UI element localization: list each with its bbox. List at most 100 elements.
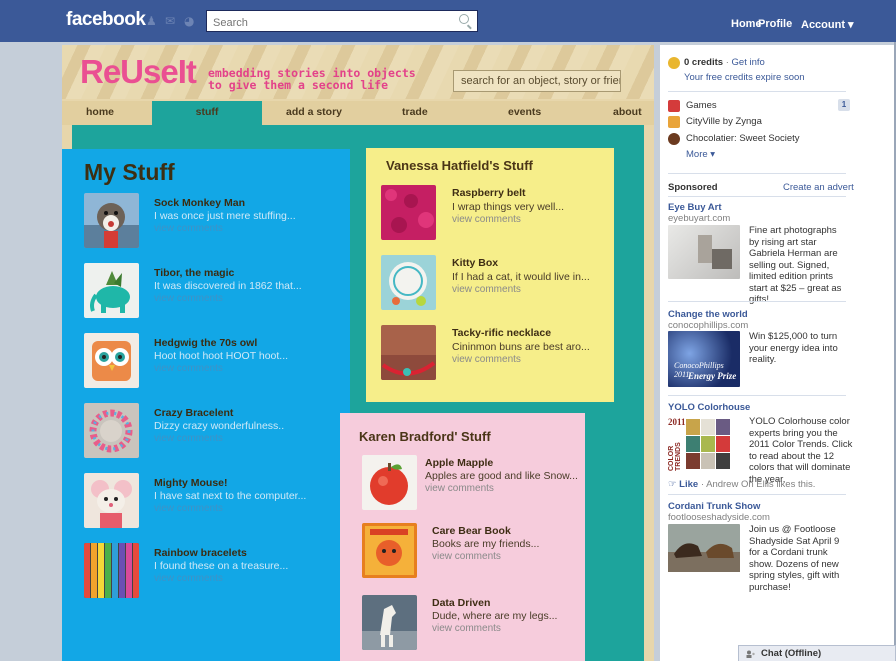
ad-title[interactable]: Change the world <box>668 309 748 320</box>
divider <box>668 395 846 396</box>
item-title[interactable]: Data Driven <box>432 597 490 609</box>
chat-bar[interactable]: Chat (Offline) <box>738 645 896 661</box>
view-comments-link[interactable]: view comments <box>425 483 494 494</box>
item-title[interactable]: Tacky-rific necklace <box>452 327 551 339</box>
item-title[interactable]: Crazy Bracelent <box>154 407 233 419</box>
view-comments-link[interactable]: view comments <box>154 293 223 304</box>
list-item[interactable]: Apple Mapple Apples are good and like Sn… <box>362 455 592 511</box>
item-title[interactable]: Kitty Box <box>452 257 498 269</box>
ad-image-energy-prize[interactable]: ConocoPhillips 2011 Energy Prize <box>668 331 740 387</box>
ad-image-shoes[interactable] <box>668 524 740 572</box>
list-item[interactable]: Tibor, the magic It was discovered in 18… <box>84 263 314 319</box>
create-advert-link[interactable]: Create an advert <box>783 182 854 193</box>
ad-image-color-trends[interactable]: 2011 COLOR TRENDS <box>668 417 742 473</box>
friend-requests-icon[interactable]: ♟ <box>146 15 160 27</box>
tab-about[interactable]: about <box>613 106 642 118</box>
item-title[interactable]: Tibor, the magic <box>154 267 234 279</box>
list-item[interactable]: Mighty Mouse! I have sat next to the com… <box>84 473 314 529</box>
list-item[interactable]: Raspberry belt I wrap things very well..… <box>381 185 611 241</box>
tagline-line-2: to give them a second life <box>208 78 389 92</box>
ad-title[interactable]: YOLO Colorhouse <box>668 402 750 413</box>
sidebar-item-games[interactable]: Games <box>686 100 717 111</box>
tab-stuff[interactable]: stuff <box>152 101 262 125</box>
search-icon[interactable] <box>459 14 469 24</box>
facebook-search-box[interactable] <box>206 10 478 33</box>
facebook-search-input[interactable] <box>207 13 447 33</box>
like-link[interactable]: Like <box>679 479 698 490</box>
care-bear-book-thumbnail[interactable] <box>362 523 417 578</box>
nav-home[interactable]: Home <box>731 18 762 30</box>
view-comments-link[interactable]: view comments <box>154 363 223 374</box>
item-title[interactable]: Mighty Mouse! <box>154 477 228 489</box>
data-driven-thumbnail[interactable] <box>362 595 417 650</box>
rainbow-bracelets-thumbnail[interactable] <box>84 543 139 598</box>
facebook-top-bar: facebook ♟ ✉ ◕ Home Profile Account ▾ <box>0 0 896 42</box>
item-title[interactable]: Rainbow bracelets <box>154 547 247 559</box>
more-apps-link[interactable]: More ▾ <box>686 149 715 160</box>
list-item[interactable]: Crazy Bracelent Dizzy crazy wonderfulnes… <box>84 403 314 459</box>
view-comments-link[interactable]: view comments <box>452 214 521 225</box>
list-item[interactable]: Hedgwig the 70s owl Hoot hoot hoot HOOT … <box>84 333 314 389</box>
list-item[interactable]: Care Bear Book Books are my friends... v… <box>362 523 592 579</box>
facebook-logo[interactable]: facebook <box>66 9 146 31</box>
ad-url[interactable]: conocophillips.com <box>668 320 748 331</box>
ad-body[interactable]: YOLO Colorhouse color experts bring you … <box>749 416 853 485</box>
view-comments-link[interactable]: view comments <box>154 223 223 234</box>
list-item[interactable]: Kitty Box If I had a cat, it would live … <box>381 255 611 311</box>
item-title[interactable]: Hedgwig the 70s owl <box>154 337 257 349</box>
list-item[interactable]: Rainbow bracelets I found these on a tre… <box>84 543 314 599</box>
bracelet-thumbnail[interactable] <box>84 403 139 458</box>
sponsored-heading: Sponsored <box>668 182 718 193</box>
notifications-icon[interactable]: ◕ <box>184 15 198 27</box>
necklace-thumbnail[interactable] <box>381 325 436 380</box>
view-comments-link[interactable]: view comments <box>154 503 223 514</box>
elephant-planter-thumbnail[interactable] <box>84 263 139 318</box>
apple-thumbnail[interactable] <box>362 455 417 510</box>
view-comments-link[interactable]: view comments <box>452 284 521 295</box>
view-comments-link[interactable]: view comments <box>432 551 501 562</box>
ad-url[interactable]: eyebuyart.com <box>668 213 730 224</box>
divider <box>668 91 846 92</box>
item-title[interactable]: Care Bear Book <box>432 525 511 537</box>
ad-body[interactable]: Fine art photographs by rising art star … <box>749 225 849 306</box>
view-comments-link[interactable]: view comments <box>154 573 223 584</box>
view-comments-link[interactable]: view comments <box>154 433 223 444</box>
list-item[interactable]: Sock Monkey Man I was once just mere stu… <box>84 193 314 249</box>
credits-expire-link[interactable]: Your free credits expire soon <box>684 72 805 83</box>
reuseit-logo[interactable]: ReUseIt <box>80 53 197 91</box>
item-title[interactable]: Raspberry belt <box>452 187 526 199</box>
raspberry-belt-thumbnail[interactable] <box>381 185 436 240</box>
item-title[interactable]: Sock Monkey Man <box>154 197 245 209</box>
view-comments-link[interactable]: view comments <box>432 623 501 634</box>
tab-trade[interactable]: trade <box>402 106 428 118</box>
sidebar-item-chocolatier[interactable]: Chocolatier: Sweet Society <box>686 133 800 144</box>
item-title[interactable]: Apple Mapple <box>425 457 493 469</box>
tab-home[interactable]: home <box>86 106 114 118</box>
owl-pillow-thumbnail[interactable] <box>84 333 139 388</box>
nav-profile[interactable]: Profile <box>758 18 792 30</box>
list-item[interactable]: Data Driven Dude, where are my legs... v… <box>362 595 592 651</box>
mouse-toy-thumbnail[interactable] <box>84 473 139 528</box>
tab-add-a-story[interactable]: add a story <box>286 106 342 118</box>
tab-events[interactable]: events <box>508 106 541 118</box>
vanessa-stuff-title: Vanessa Hatfield's Stuff <box>386 158 533 173</box>
item-description: Books are my friends... <box>432 538 540 550</box>
ad-body[interactable]: Join us @ Footloose Shadyside Sat April … <box>749 524 849 593</box>
app-search-input[interactable]: search for an object, story or friend <box>453 70 621 92</box>
kitty-box-thumbnail[interactable] <box>381 255 436 310</box>
app-tagline: embedding stories into objects to give t… <box>208 67 416 91</box>
list-item[interactable]: Tacky-rific necklace Cininmon buns are b… <box>381 325 611 381</box>
messages-icon[interactable]: ✉ <box>165 15 179 27</box>
sock-monkey-thumbnail[interactable] <box>84 193 139 248</box>
ad-body[interactable]: Win $125,000 to turn your energy idea in… <box>749 331 849 366</box>
item-description: Hoot hoot hoot HOOT hoot... <box>154 350 289 362</box>
karen-stuff-title: Karen Bradford' Stuff <box>359 429 491 444</box>
get-info-link[interactable]: Get info <box>732 57 765 68</box>
ad-title[interactable]: Eye Buy Art <box>668 202 722 213</box>
ad-title[interactable]: Cordani Trunk Show <box>668 501 760 512</box>
nav-account[interactable]: Account ▾ <box>801 18 854 31</box>
ad-image-art[interactable] <box>668 225 740 279</box>
ad-url[interactable]: footlooseshadyside.com <box>668 512 770 523</box>
sidebar-item-cityville[interactable]: CityVille by Zynga <box>686 116 762 127</box>
view-comments-link[interactable]: view comments <box>452 354 521 365</box>
